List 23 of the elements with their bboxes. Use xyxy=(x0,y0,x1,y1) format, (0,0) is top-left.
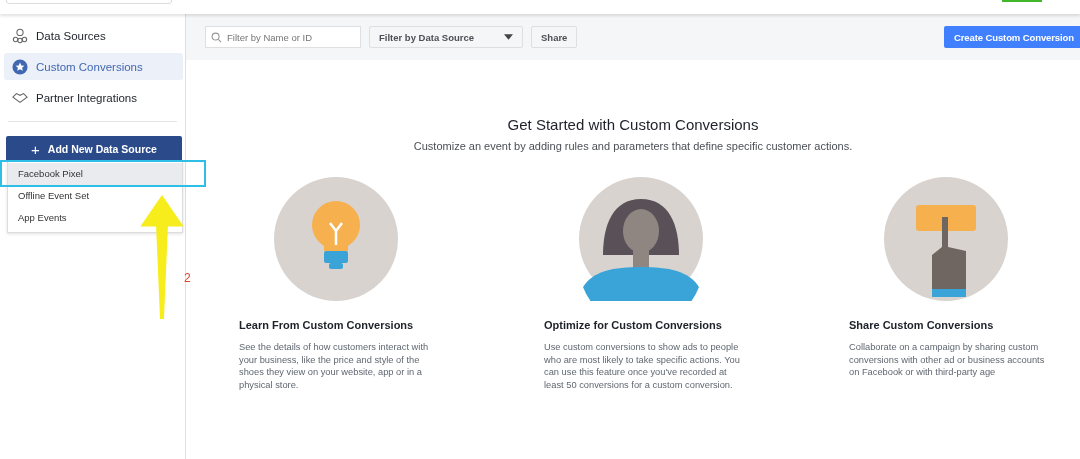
card-title: Learn From Custom Conversions xyxy=(239,319,415,331)
card-description: Use custom conversions to show ads to people who are most likely to take specific actions. You can use this feature once you've recorded at least 50 conversions for a custom conversion. xyxy=(544,341,741,391)
card-description: Collaborate on a campaign by sharing custom conversions with other ad or business accounts on Facebook or with third-party age xyxy=(849,341,1046,379)
caret-icon xyxy=(504,34,513,40)
menu-item[interactable]: Offline Event Set xyxy=(8,185,182,207)
share-button[interactable]: Share xyxy=(531,26,578,48)
search-field[interactable]: Filter by Name or ID xyxy=(205,26,361,48)
add-data-source-button[interactable]: + Add New Data Source xyxy=(6,136,182,162)
filter-dropdown[interactable]: Filter by Data Source xyxy=(369,26,523,48)
page-title: Get Started with Custom Conversions xyxy=(506,116,760,133)
sidebar-item[interactable]: Data Sources xyxy=(4,22,183,49)
search-icon xyxy=(211,32,222,43)
create-button[interactable]: Create Custom Conversion xyxy=(943,26,1080,48)
card-title: Optimize for Custom Conversions xyxy=(544,319,723,331)
menu-item[interactable]: App Events xyxy=(8,207,182,229)
card-title: Share Custom Conversions xyxy=(849,319,995,331)
card-description: See the details of how customers interact with your business, like the price and style of the shoes they view on your website, app or in a physical store. xyxy=(239,341,430,391)
annotation-number: 2 xyxy=(184,271,191,285)
nodes-icon xyxy=(12,27,28,44)
sidebar-item[interactable]: Custom Conversions xyxy=(4,53,183,80)
page-subtitle: Customize an event by adding rules and parameters that define specific customer actions. xyxy=(412,140,854,152)
sidebar-item[interactable]: Partner Integrations xyxy=(4,84,183,111)
menu-item[interactable]: Facebook Pixel xyxy=(8,163,182,185)
